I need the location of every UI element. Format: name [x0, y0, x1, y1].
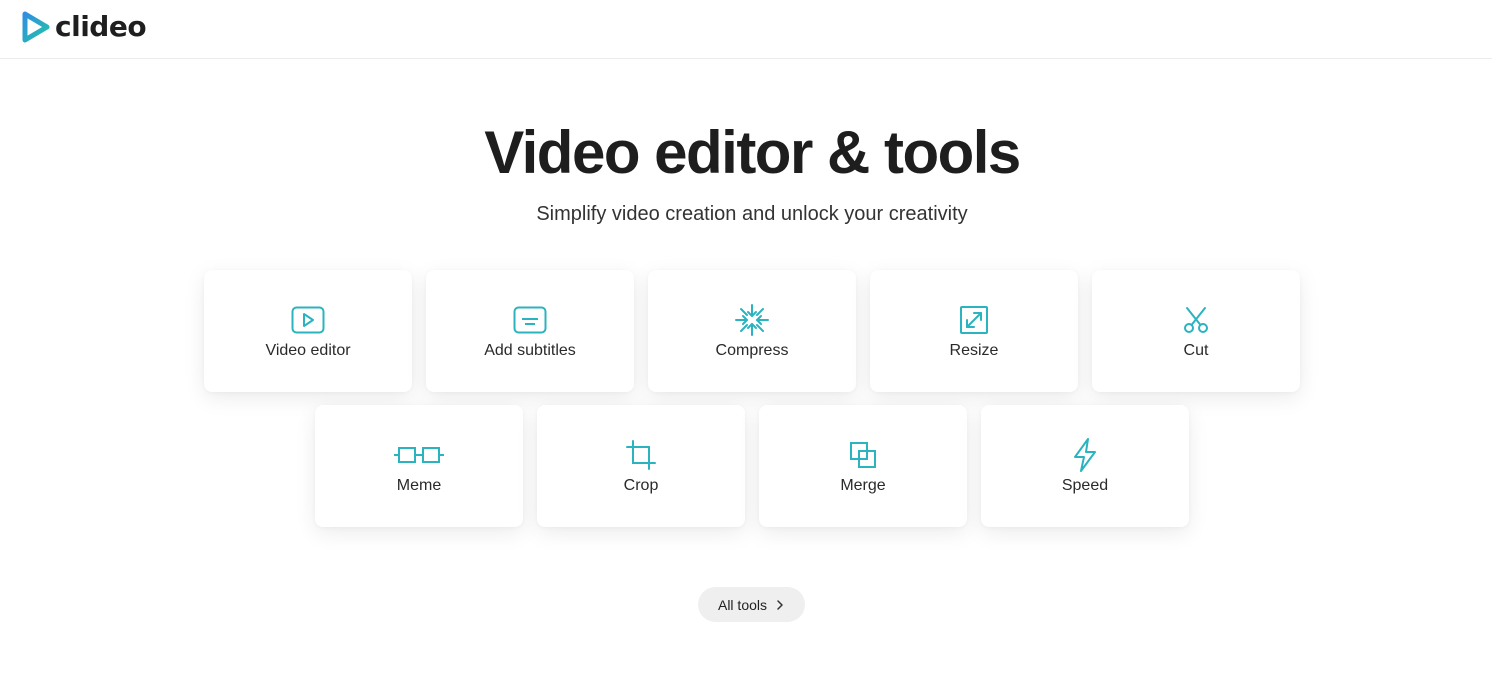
all-tools-label: All tools — [717, 596, 768, 613]
tool-card-merge[interactable]: Merge — [759, 405, 967, 527]
glasses-icon — [393, 439, 445, 471]
clideo-logo[interactable]: clideo — [21, 10, 147, 43]
tool-card-compress[interactable]: Compress — [648, 270, 856, 392]
tool-label: Resize — [949, 342, 999, 359]
subtitles-icon — [512, 304, 548, 336]
tool-label: Meme — [396, 477, 442, 494]
tool-card-crop[interactable]: Crop — [537, 405, 745, 527]
tool-label: Compress — [715, 342, 789, 359]
resize-arrows-icon — [956, 304, 992, 336]
logo-play-icon — [22, 11, 50, 43]
tool-label: Crop — [623, 477, 659, 494]
tool-card-speed[interactable]: Speed — [981, 405, 1189, 527]
site-header: clideo — [0, 0, 1492, 59]
lightning-icon — [1067, 438, 1103, 472]
tool-card-resize[interactable]: Resize — [870, 270, 1078, 392]
crop-icon — [623, 439, 659, 471]
tool-label: Video editor — [265, 342, 351, 359]
tool-card-add-subtitles[interactable]: Add subtitles — [426, 270, 634, 392]
chevron-right-icon — [777, 599, 783, 610]
tool-label: Add subtitles — [484, 342, 576, 359]
logo-text: clideo — [55, 10, 147, 43]
compress-arrows-icon — [734, 304, 770, 336]
all-tools-button[interactable]: All tools — [698, 587, 805, 622]
tool-card-meme[interactable]: Meme — [315, 405, 523, 527]
page-title: Video editor & tools — [484, 119, 1021, 186]
play-frame-icon — [290, 304, 326, 336]
page-subtitle: Simplify video creation and unlock your … — [536, 203, 968, 225]
scissors-icon — [1178, 304, 1214, 336]
tool-card-cut[interactable]: Cut — [1092, 270, 1300, 392]
merge-squares-icon — [845, 439, 881, 471]
tool-label: Speed — [1061, 477, 1109, 494]
tool-card-video-editor[interactable]: Video editor — [204, 270, 412, 392]
tool-label: Merge — [840, 477, 886, 494]
tool-label: Cut — [1183, 342, 1209, 359]
